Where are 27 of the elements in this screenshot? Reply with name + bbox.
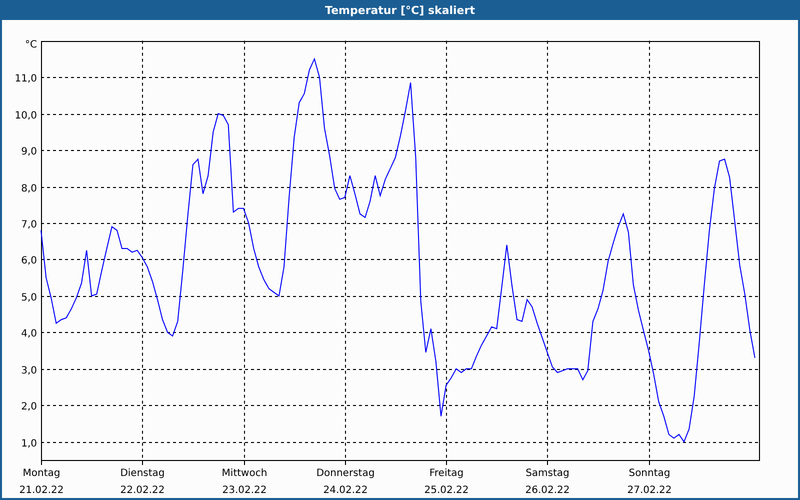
y-axis-label: 10,0: [14, 110, 37, 122]
y-axis-label: 9,0: [21, 146, 37, 158]
y-axis-label: 2,0: [21, 402, 37, 412]
date-label: 24.02.22: [323, 485, 368, 496]
weekday-label: Sonntag: [628, 468, 670, 479]
y-axis-label: 1,0: [21, 438, 37, 450]
weekday-label: Donnerstag: [316, 468, 375, 479]
y-axis-label: 4,0: [21, 328, 37, 340]
date-label: 23.02.22: [222, 485, 267, 496]
weekday-label: Freitag: [429, 468, 464, 479]
y-axis-label: 11,0: [14, 74, 37, 84]
y-axis-label: 7,0: [21, 220, 37, 230]
y-axis-label: 3,0: [21, 366, 37, 376]
date-label: 27.02.22: [627, 485, 672, 496]
unit-label: °C: [25, 40, 37, 51]
window-title: Temperatur [°C] skaliert: [325, 4, 475, 16]
weekday-label: Dienstag: [120, 468, 165, 479]
y-axis-label: 6,0: [21, 256, 37, 266]
weekday-label: Samstag: [526, 468, 570, 479]
date-label: 21.02.22: [19, 485, 64, 496]
date-label: 26.02.22: [525, 485, 570, 496]
date-label: 22.02.22: [120, 485, 165, 496]
y-axis-label: 8,0: [21, 184, 37, 194]
weekday-label: Montag: [22, 468, 60, 479]
date-label: 25.02.22: [424, 485, 469, 496]
y-axis-label: 5,0: [21, 292, 37, 304]
weekday-label: Mittwoch: [222, 468, 268, 479]
